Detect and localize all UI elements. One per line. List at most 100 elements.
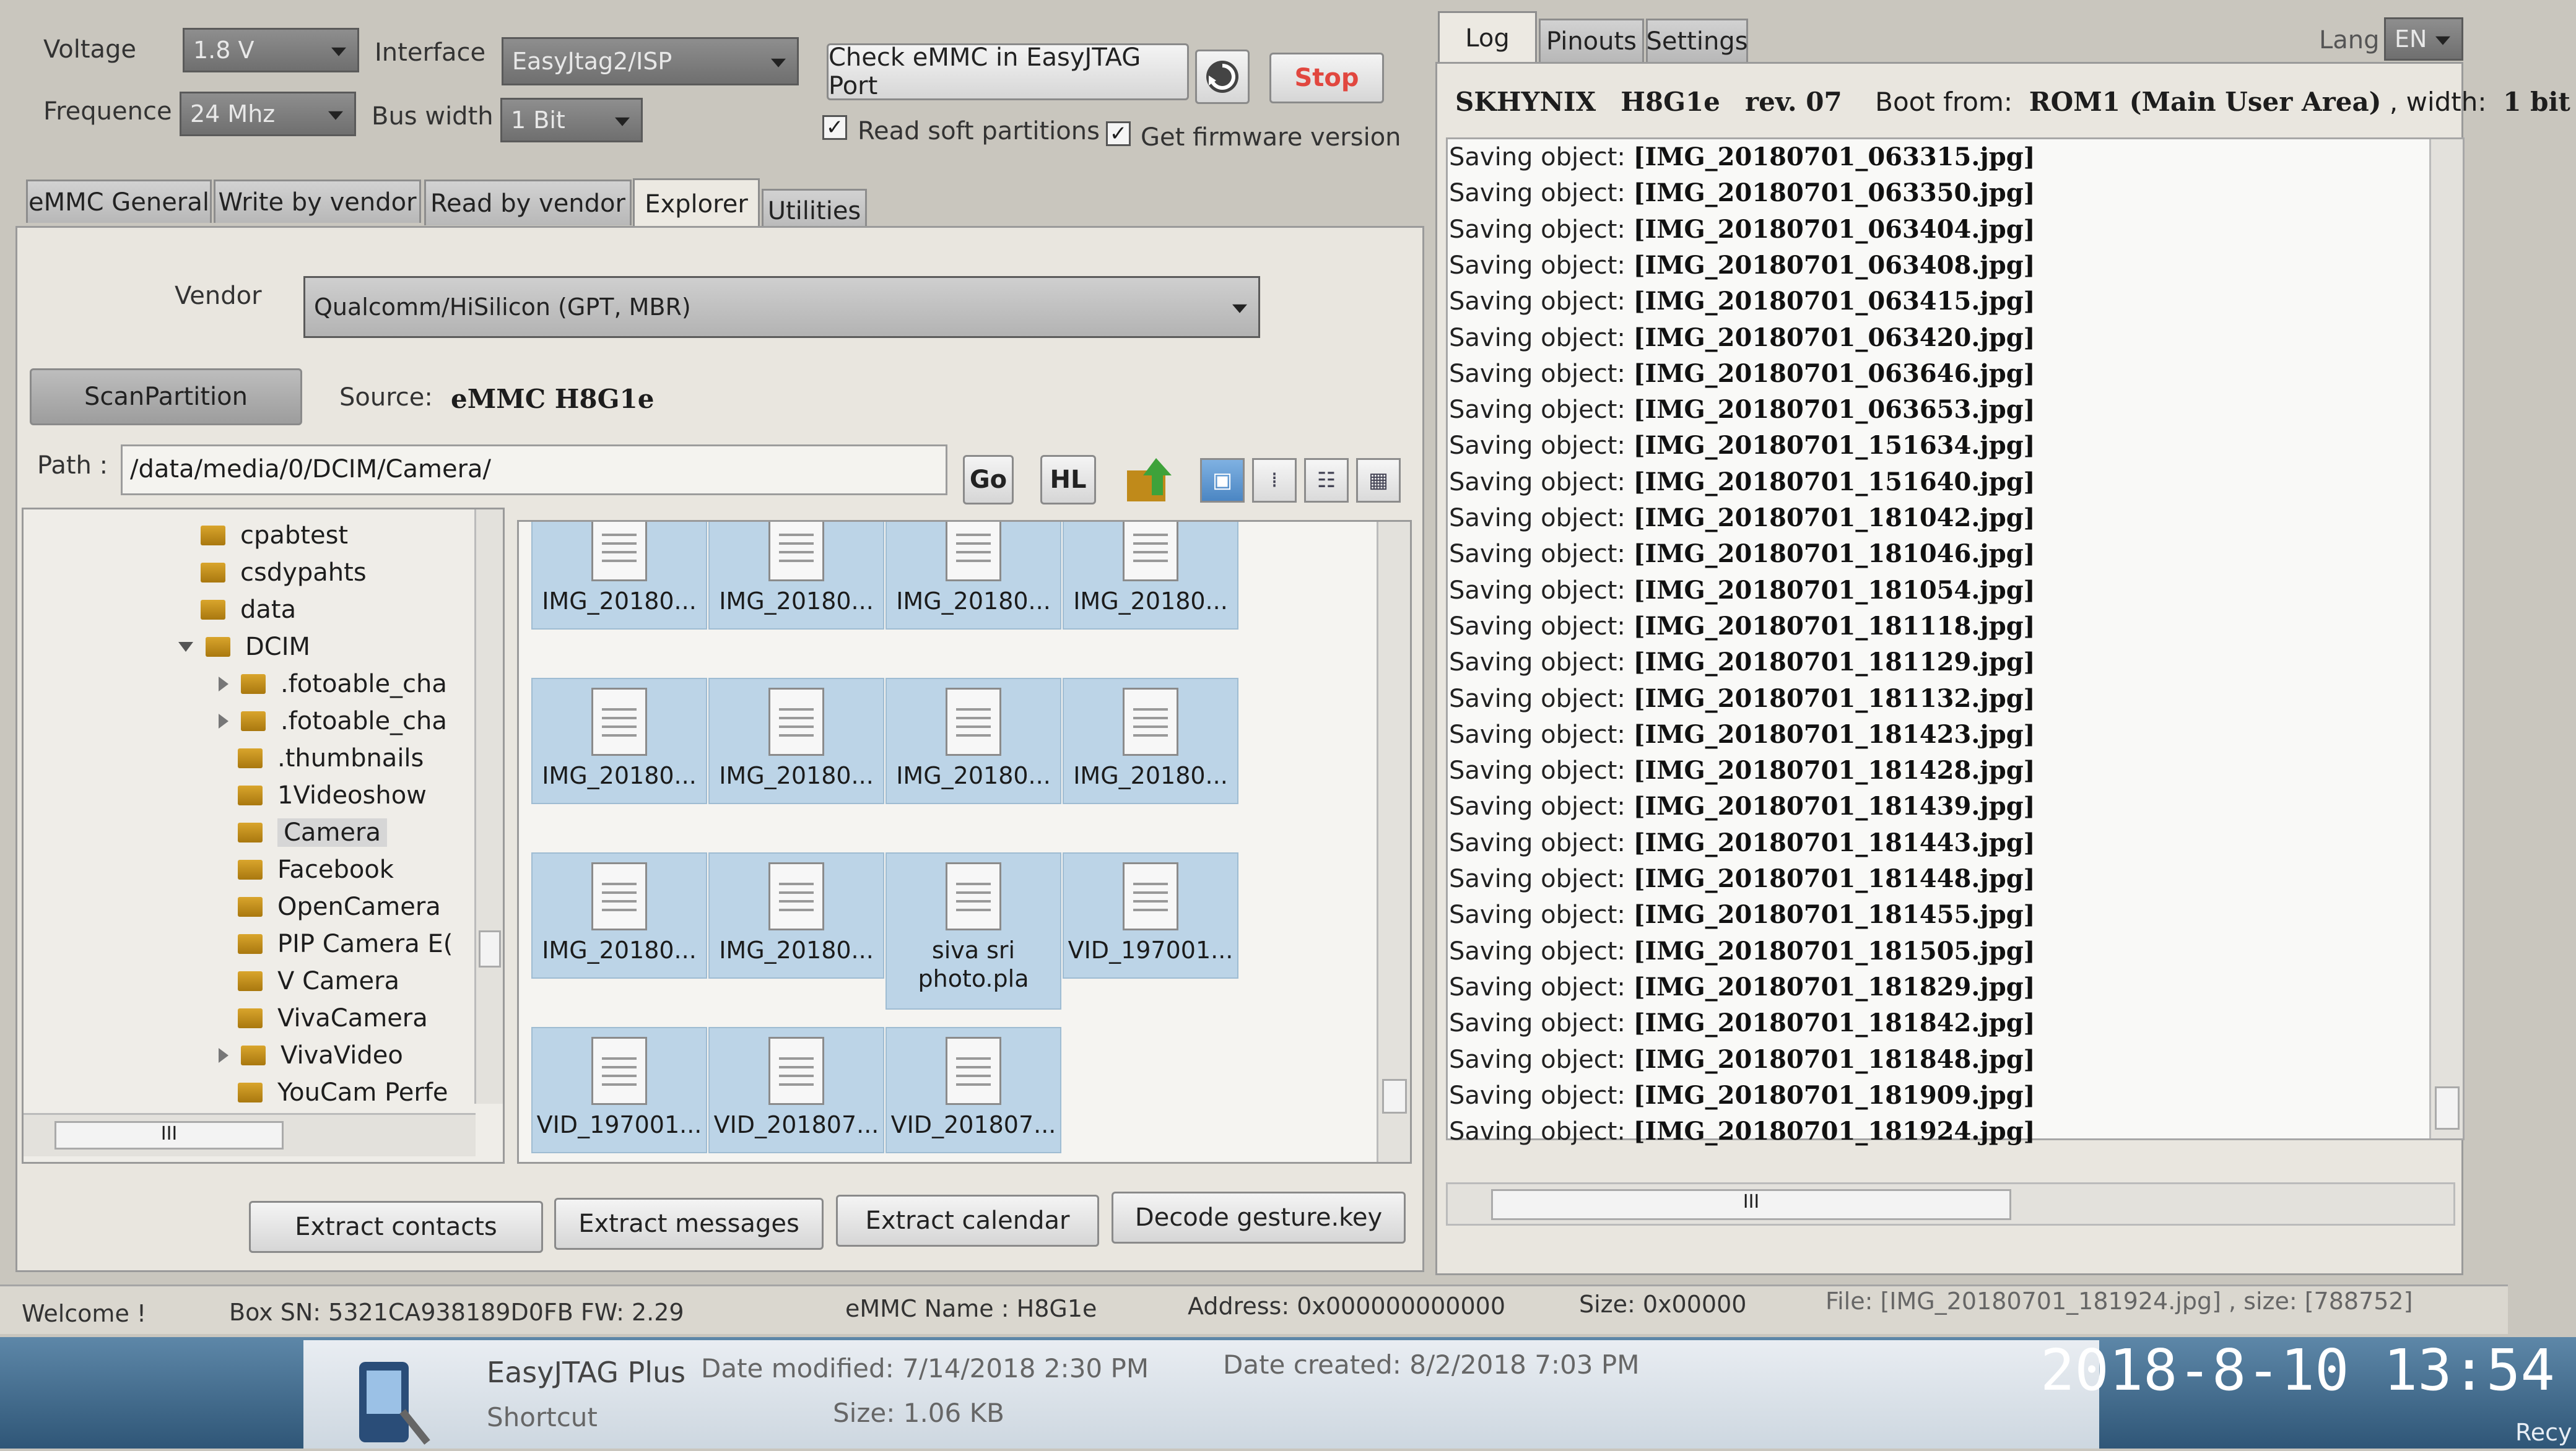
tree-item[interactable]: .thumbnails [215, 740, 424, 777]
log-hscroll-thumb[interactable]: III [1491, 1189, 2011, 1220]
tree-item[interactable]: Facebook [215, 851, 394, 888]
tab-settings[interactable]: Settings [1646, 19, 1748, 62]
view-small-icons-button[interactable]: ⁞ [1252, 458, 1297, 503]
file-name: IMG_20180... [1073, 587, 1228, 615]
file-tile[interactable]: IMG_20180... [1063, 678, 1238, 804]
log-hscrollbar[interactable]: III [1446, 1182, 2455, 1226]
file-tile[interactable]: VID_197001... [1063, 852, 1238, 979]
file-tile[interactable]: IMG_20180... [1063, 522, 1238, 630]
tab-write-by-vendor[interactable]: Write by vendor [214, 180, 421, 223]
tree-item[interactable]: csdypahts [178, 554, 367, 591]
view-list-button[interactable]: ☷ [1304, 458, 1349, 503]
file-tile[interactable]: IMG_20180... [531, 522, 707, 630]
tree-item[interactable]: YouCam Perfe [215, 1074, 448, 1111]
collapsed-arrow-icon[interactable] [219, 714, 228, 729]
status-size: Size: 0x00000 [1579, 1291, 1747, 1318]
extract-calendar-button[interactable]: Extract calendar [836, 1195, 1099, 1247]
tree-item[interactable]: data [178, 591, 296, 628]
tree-vscroll-thumb[interactable] [479, 930, 501, 968]
log-vscroll-thumb[interactable] [2435, 1086, 2460, 1130]
tree-item[interactable]: DCIM [178, 628, 310, 665]
tab-read-by-vendor[interactable]: Read by vendor [424, 180, 632, 225]
collapsed-arrow-icon[interactable] [219, 677, 228, 691]
log-prefix: Saving object: [1449, 684, 1625, 713]
tab-log[interactable]: Log [1438, 11, 1537, 63]
file-grid-vscroll-thumb[interactable] [1382, 1079, 1407, 1114]
easyjtag-shortcut[interactable] [347, 1356, 433, 1449]
expanded-arrow-icon[interactable] [178, 642, 193, 652]
source-label: Source: [339, 383, 433, 412]
file-tile[interactable]: siva sri photo.pla [886, 852, 1061, 1010]
tree-hscrollbar[interactable]: III [24, 1113, 476, 1156]
refresh-button[interactable] [1195, 50, 1250, 104]
tree-vscrollbar[interactable] [474, 509, 503, 1104]
file-icon [591, 862, 647, 930]
tree-hscroll-thumb[interactable]: III [54, 1121, 284, 1150]
tree-item[interactable]: .fotoable_cha [219, 703, 447, 740]
log-vscrollbar[interactable] [2429, 139, 2463, 1138]
collapsed-arrow-icon[interactable] [219, 1048, 228, 1063]
log-prefix: Saving object: [1449, 287, 1625, 316]
lang-select[interactable]: EN [2384, 17, 2463, 61]
width-value: 1 bit [2503, 87, 2570, 117]
get-firmware-checkbox[interactable]: ✓ [1106, 121, 1131, 146]
frequence-select[interactable]: 24 Mhz [180, 92, 356, 136]
file-tile[interactable]: IMG_20180... [886, 522, 1061, 630]
log-object: [IMG_20180701_151634.jpg] [1633, 431, 2035, 461]
check-emmc-button[interactable]: Check eMMC in EasyJTAG Port [827, 43, 1189, 100]
chevron-down-icon [1232, 304, 1247, 313]
log-line: Saving object: [IMG_20180701_181423.jpg] [1449, 720, 2035, 749]
buswidth-value: 1 Bit [511, 106, 565, 134]
read-soft-partitions-checkbox[interactable]: ✓ [822, 115, 847, 140]
go-button[interactable]: Go [963, 455, 1014, 505]
log-prefix: Saving object: [1449, 901, 1625, 930]
stop-button[interactable]: Stop [1269, 53, 1384, 103]
tab-emmc-general[interactable]: eMMC General [26, 180, 212, 223]
vendor-value: Qualcomm/HiSilicon (GPT, MBR) [314, 293, 691, 321]
file-icon [1123, 862, 1178, 930]
vendor-select[interactable]: Qualcomm/HiSilicon (GPT, MBR) [303, 276, 1260, 338]
file-tile[interactable]: VID_201807... [708, 1027, 884, 1153]
path-input[interactable]: /data/media/0/DCIM/Camera/ [121, 444, 947, 495]
voltage-select[interactable]: 1.8 V [183, 28, 359, 72]
tree-item[interactable]: 1Videoshow [215, 777, 427, 814]
vendor-label: Vendor [175, 282, 262, 310]
folder-up-button[interactable] [1122, 452, 1178, 508]
extract-messages-button[interactable]: Extract messages [554, 1198, 824, 1250]
tree-item[interactable]: Camera [215, 814, 387, 851]
decode-gesture-button[interactable]: Decode gesture.key [1112, 1192, 1406, 1244]
log-object: [IMG_20180701_181443.jpg] [1633, 828, 2035, 857]
tab-pinouts[interactable]: Pinouts [1539, 19, 1644, 62]
taskbar-type: Shortcut [487, 1402, 598, 1432]
file-tile[interactable]: IMG_20180... [531, 852, 707, 979]
file-name: IMG_20180... [896, 762, 1051, 789]
status-box-sn: Box SN: 5321CA938189D0FB FW: 2.29 [229, 1299, 684, 1326]
tree-item[interactable]: .fotoable_cha [219, 665, 447, 703]
interface-select[interactable]: EasyJtag2/ISP [502, 37, 799, 85]
log-line: Saving object: [IMG_20180701_063653.jpg] [1449, 395, 2035, 424]
file-grid-vscrollbar[interactable] [1377, 522, 1410, 1162]
tree-item[interactable]: cpabtest [178, 517, 348, 554]
view-details-button[interactable]: ▦ [1356, 458, 1401, 503]
tab-explorer[interactable]: Explorer [633, 178, 760, 228]
file-tile[interactable]: IMG_20180... [708, 852, 884, 979]
tree-item[interactable]: OpenCamera [215, 888, 441, 925]
file-tile[interactable]: IMG_20180... [531, 678, 707, 804]
file-tile[interactable]: VID_197001... [531, 1027, 707, 1153]
file-tile[interactable]: VID_201807... [886, 1027, 1061, 1153]
file-tile[interactable]: IMG_20180... [708, 678, 884, 804]
view-large-icons-button[interactable]: ▣ [1200, 458, 1245, 503]
tree-item[interactable]: PIP Camera E( [215, 925, 453, 963]
file-tile[interactable]: IMG_20180... [708, 522, 884, 630]
buswidth-select[interactable]: 1 Bit [500, 98, 643, 142]
log-prefix: Saving object: [1449, 828, 1625, 857]
tree-item[interactable]: VivaVideo [219, 1037, 403, 1074]
log-prefix: Saving object: [1449, 1009, 1625, 1038]
file-tile[interactable]: IMG_20180... [886, 678, 1061, 804]
extract-contacts-button[interactable]: Extract contacts [249, 1201, 543, 1253]
hl-button[interactable]: HL [1040, 455, 1096, 505]
tree-item[interactable]: V Camera [215, 963, 399, 1000]
tab-utilities[interactable]: Utilities [762, 189, 867, 231]
tree-item[interactable]: VivaCamera [215, 1000, 428, 1037]
scan-partition-button[interactable]: ScanPartition [30, 368, 302, 425]
